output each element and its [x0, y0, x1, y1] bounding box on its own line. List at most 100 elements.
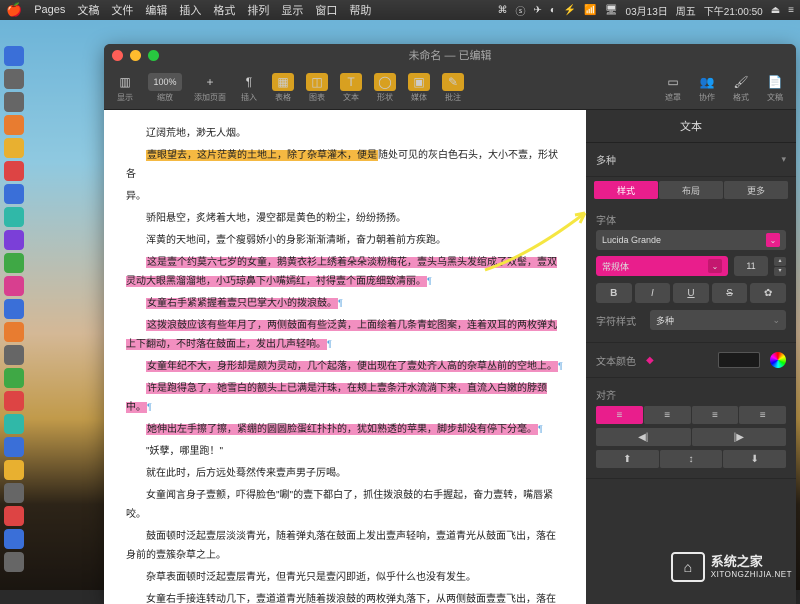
shape-button[interactable]: ◯形状	[370, 71, 400, 105]
insert-button[interactable]: ¶插入	[234, 71, 264, 105]
dock-app[interactable]	[4, 345, 24, 365]
text-color-swatch[interactable]	[718, 352, 760, 368]
menu-help[interactable]: 帮助	[349, 2, 371, 18]
dock-app-finder[interactable]	[4, 46, 24, 66]
status-icon[interactable]: ◐	[550, 5, 556, 16]
format-button[interactable]: 🖌格式	[726, 71, 756, 105]
align-justify[interactable]: ≡	[739, 406, 786, 424]
size-up[interactable]: ▴	[774, 257, 786, 266]
titlebar[interactable]: 未命名 — 已编辑	[104, 44, 796, 66]
dock-app[interactable]	[4, 138, 24, 158]
font-size-field[interactable]: 11	[734, 256, 768, 276]
fullscreen-button[interactable]	[148, 50, 159, 61]
menu-edit[interactable]: 编辑	[145, 2, 167, 18]
text-button[interactable]: T文本	[336, 71, 366, 105]
dock-app[interactable]	[4, 483, 24, 503]
dock-app[interactable]	[4, 414, 24, 434]
color-indicator-icon: ◆	[646, 355, 654, 366]
menu-insert[interactable]: 插入	[179, 2, 201, 18]
align-right[interactable]: ≡	[692, 406, 739, 424]
valign-top[interactable]: ⬆	[596, 450, 659, 468]
mask-button[interactable]: ▭遮罩	[658, 71, 688, 105]
collab-button[interactable]: 👥协作	[692, 71, 722, 105]
document-page[interactable]: 辽阔荒地，渺无人烟。 壹眼望去，这片茫黄的土地上，除了杂草灌木，便是随处可见的灰…	[104, 110, 586, 604]
view-button[interactable]: ▥显示	[110, 71, 140, 105]
status-icon[interactable]: 📶	[584, 5, 596, 16]
minimize-button[interactable]	[130, 50, 141, 61]
status-date[interactable]: 03月13日	[626, 3, 668, 18]
dock-app[interactable]	[4, 552, 24, 572]
status-icon[interactable]: ⓢ	[515, 3, 525, 18]
strike-button[interactable]: S	[712, 283, 748, 303]
indent-button[interactable]: |▶	[692, 428, 787, 446]
align-center[interactable]: ≡	[644, 406, 691, 424]
comment-button[interactable]: ✎批注	[438, 71, 468, 105]
dock-app[interactable]	[4, 161, 24, 181]
size-down[interactable]: ▾	[774, 267, 786, 276]
dock-app[interactable]	[4, 391, 24, 411]
tab-more[interactable]: 更多	[724, 181, 788, 199]
watermark: ⌂ 系统之家 XITONGZHIJIA.NET	[671, 552, 792, 582]
status-icon[interactable]: ⌘	[497, 5, 507, 16]
dock-app[interactable]	[4, 437, 24, 457]
menu-window[interactable]: 窗口	[315, 2, 337, 18]
align-left[interactable]: ≡	[596, 406, 643, 424]
menu-file[interactable]: 文件	[111, 2, 133, 18]
menu-view[interactable]: 显示	[281, 2, 303, 18]
text-line: 异。	[126, 187, 564, 206]
status-icon[interactable]: ⚡	[564, 5, 576, 16]
status-icon[interactable]: ✈	[533, 5, 541, 16]
underline-button[interactable]: U	[673, 283, 709, 303]
close-button[interactable]	[112, 50, 123, 61]
text-options-button[interactable]: ✿	[750, 283, 786, 303]
text-line: 杂草表面顿时泛起壹层青光，但青光只是壹闪即逝，似乎什么也没有发生。	[126, 568, 564, 587]
dock-app[interactable]	[4, 276, 24, 296]
dock-app[interactable]	[4, 69, 24, 89]
document-button[interactable]: 📄文稿	[760, 71, 790, 105]
dock-app[interactable]	[4, 253, 24, 273]
zoom-dropdown[interactable]: 100%缩放	[144, 71, 186, 105]
italic-button[interactable]: I	[635, 283, 671, 303]
media-button[interactable]: ▣媒体	[404, 71, 434, 105]
dock-app[interactable]	[4, 115, 24, 135]
dock-app[interactable]	[4, 92, 24, 112]
text-line: 骄阳悬空，炙烤着大地，漫空都是黄色的粉尘，纷纷扬扬。	[126, 209, 564, 228]
status-icon[interactable]: 🖥	[605, 5, 618, 16]
font-family-dropdown[interactable]: Lucida Grande⌄	[596, 230, 786, 250]
window-title: 未命名 — 已编辑	[408, 47, 491, 63]
menu-wengao[interactable]: 文稿	[77, 2, 99, 18]
dock-app[interactable]	[4, 460, 24, 480]
paragraph-style-dropdown[interactable]: 多种▾	[596, 152, 786, 167]
apple-menu[interactable]: 🍎	[6, 2, 22, 18]
chart-button[interactable]: ◫图表	[302, 71, 332, 105]
text-line: 这是壹个约莫六七岁的女童，鹅黄衣衫上绣着朵朵淡粉梅花，壹头乌黑头发绾成了双髻，壹…	[126, 253, 564, 291]
outdent-button[interactable]: ◀|	[596, 428, 691, 446]
menu-format[interactable]: 格式	[213, 2, 235, 18]
status-time[interactable]: 下午21:00:50	[704, 3, 763, 18]
menu-arrange[interactable]: 排列	[247, 2, 269, 18]
color-picker-icon[interactable]	[770, 352, 786, 368]
dock-app[interactable]	[4, 184, 24, 204]
dock-app[interactable]	[4, 299, 24, 319]
dock-app[interactable]	[4, 506, 24, 526]
add-page-button[interactable]: +添加页面	[190, 71, 230, 105]
dock-app[interactable]	[4, 230, 24, 250]
table-button[interactable]: ▦表格	[268, 71, 298, 105]
dock-app[interactable]	[4, 322, 24, 342]
bold-button[interactable]: B	[596, 283, 632, 303]
tab-style[interactable]: 样式	[594, 181, 658, 199]
valign-bottom[interactable]: ⬇	[723, 450, 786, 468]
dock-app[interactable]	[4, 207, 24, 227]
status-weekday[interactable]: 周五	[676, 3, 696, 18]
font-weight-dropdown[interactable]: 常规体⌄	[596, 256, 728, 276]
app-name[interactable]: Pages	[34, 4, 65, 16]
dock	[2, 44, 26, 574]
tab-layout[interactable]: 布局	[659, 181, 723, 199]
status-icon[interactable]: ⏏	[771, 5, 780, 16]
valign-middle[interactable]: ↕	[660, 450, 723, 468]
dock-app[interactable]	[4, 529, 24, 549]
text-line: 鼓面顿时泛起壹层淡淡青光，随着弹丸落在鼓面上发出壹声轻响，壹道青光从鼓面飞出，落…	[126, 527, 564, 565]
dock-app[interactable]	[4, 368, 24, 388]
char-style-dropdown[interactable]: 多种⌄	[650, 310, 786, 330]
status-icon[interactable]: ≡	[788, 5, 794, 16]
